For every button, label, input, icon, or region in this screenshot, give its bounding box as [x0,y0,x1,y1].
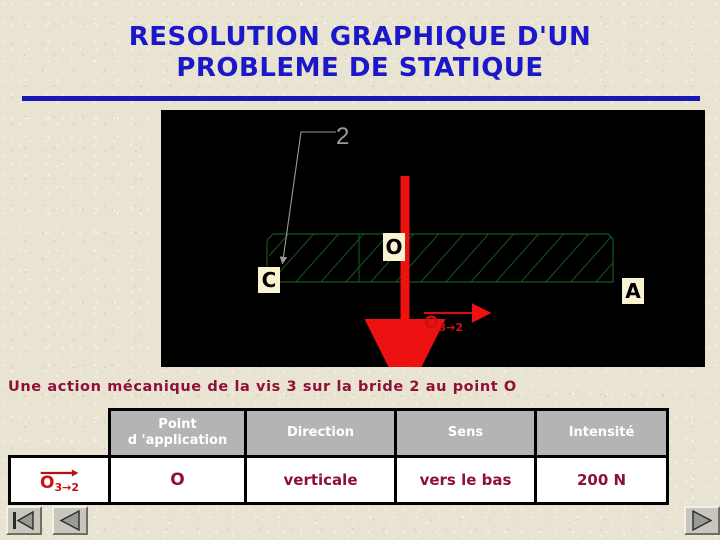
caption-text: Une action mécanique de la vis 3 sur la … [8,379,517,395]
table-cell-direction: verticale [244,455,397,505]
previous-slide-button[interactable] [52,506,88,535]
table-cell-intensite: 200 N [534,455,669,505]
point-label-a: A [622,278,644,304]
point-label-o: O [383,233,405,261]
page-title-line-2: PROBLEME DE STATIQUE [176,53,544,83]
page-title: RESOLUTION GRAPHIQUE D'UN PROBLEME DE ST… [0,22,720,84]
table-header-point: Point d 'application [108,408,247,458]
triangle-left-icon [59,509,80,532]
flange-body [266,233,614,283]
table-vector-subscript: 3→2 [54,480,79,494]
vector-overbar-arrow-icon [40,469,79,476]
next-slide-button[interactable] [684,506,720,535]
table-header-direction: Direction [244,408,397,458]
table-cell-sens: vers le bas [394,455,537,505]
triangle-right-icon [692,509,713,532]
table-cell-vector: O3→2 [8,455,111,505]
table-header-point-line-2: d 'application [127,433,228,448]
point-label-c: C [258,267,280,293]
part-label-2: 2 [336,123,350,150]
table-header-vector-cell [10,410,110,457]
page-title-line-1: RESOLUTION GRAPHIQUE D'UN [128,22,592,52]
part-2-leader-line [279,131,336,265]
table-header-intensite: Intensité [534,408,669,458]
figure-force-vector-label: O3→2 [424,313,463,334]
first-slide-button[interactable] [6,506,42,535]
title-divider-rule [22,96,700,101]
figure-panel: 2 C O A O3→2 [161,110,705,367]
table-cell-point: O [108,455,247,505]
table-row: O3→2 O verticale vers le bas 200 N [8,455,669,505]
table-header-sens: Sens [394,408,537,458]
force-characteristics-table: Point d 'application Direction Sens Inte… [8,408,669,505]
figure-vector-base: O [424,313,439,333]
skip-to-first-icon [13,510,34,531]
figure-vector-subscript: 3→2 [438,321,463,334]
table-header-point-line-1: Point [158,417,197,432]
force-vector-symbol: O3→2 [40,468,79,493]
table-header-row: Point d 'application Direction Sens Inte… [10,408,669,458]
